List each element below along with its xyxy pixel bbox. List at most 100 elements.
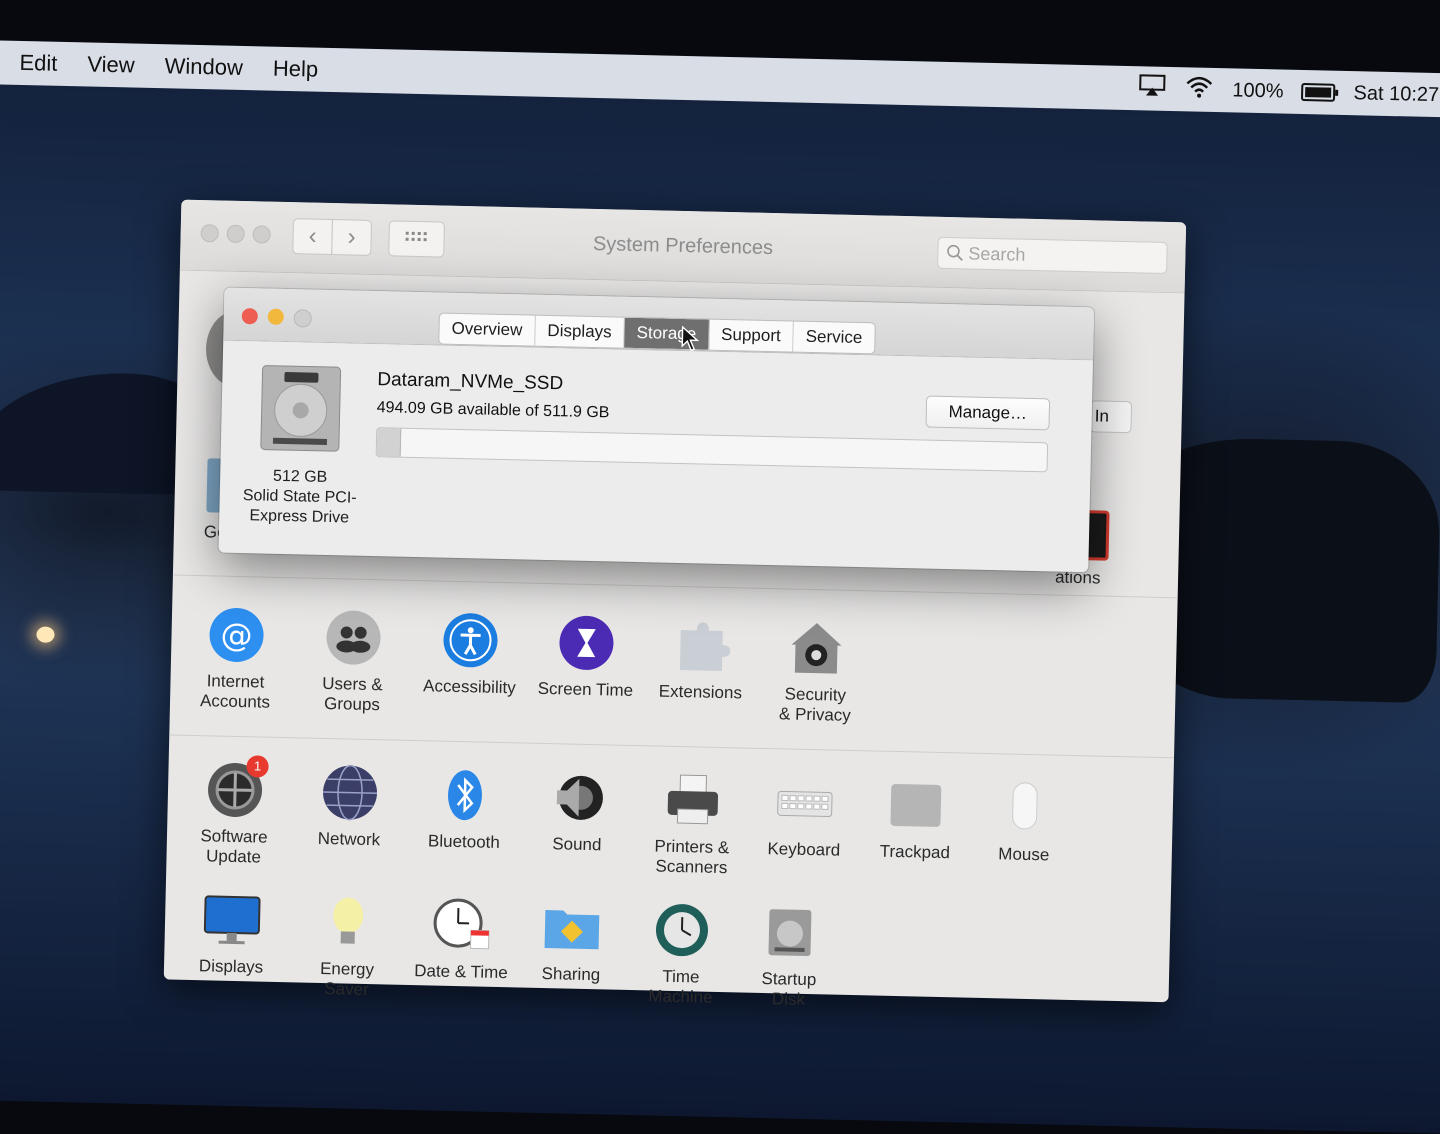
sound-icon (548, 768, 607, 827)
pref-label: Bluetooth (409, 831, 519, 853)
pref-label: Accessibility (414, 676, 524, 698)
pref-label: Date & Time (406, 961, 516, 983)
pref-label: Sound (522, 834, 632, 856)
pref-security-privacy[interactable]: Security & Privacy (760, 618, 872, 726)
hard-drive-icon (259, 363, 343, 453)
prefs-titlebar: ‹ › System Preferences Search (180, 200, 1186, 294)
pref-printers-scanners[interactable]: Printers & Scanners (636, 770, 748, 878)
disk-type: Solid State PCI- Express Drive (229, 486, 370, 529)
manage-button[interactable]: Manage… (925, 396, 1050, 431)
mouse-icon (995, 778, 1054, 837)
pref-bluetooth[interactable]: Bluetooth (409, 765, 521, 853)
pref-keyboard[interactable]: Keyboard (749, 773, 861, 861)
bluetooth-icon (435, 766, 494, 825)
pref-label: Network (294, 828, 404, 850)
pref-users-groups[interactable]: Users & Groups (297, 607, 409, 715)
battery-icon[interactable] (1301, 83, 1335, 102)
dialog-minimize-button[interactable] (268, 309, 284, 325)
pref-label: Displays (176, 956, 286, 978)
sign-in-button-partial[interactable]: In (1089, 400, 1132, 433)
accessibility-icon (441, 611, 500, 670)
pref-accessibility[interactable]: Accessibility (414, 610, 526, 698)
extensions-icon (672, 616, 731, 675)
pref-time-machine[interactable]: Time Machine (625, 900, 737, 1008)
printer-icon (663, 771, 722, 830)
disk-description: 512 GB Solid State PCI- Express Drive (229, 466, 370, 529)
pref-label: Startup Disk (733, 968, 844, 1010)
pref-label: Energy Saver (291, 958, 402, 1000)
displays-icon (202, 890, 261, 949)
clock[interactable]: Sat 10:27 (1353, 82, 1439, 107)
tab-overview[interactable]: Overview (439, 314, 536, 346)
dialog-tabs: Overview Displays Storage Support Servic… (438, 312, 876, 354)
wifi-icon[interactable] (1184, 74, 1215, 105)
time-machine-icon (652, 901, 711, 960)
wallpaper-light-glare (36, 626, 54, 642)
menu-help[interactable]: Help (258, 55, 334, 83)
pref-date-time[interactable]: Date & Time (406, 895, 518, 983)
storage-usage-bar (376, 427, 1049, 472)
menu-bar: Edit View Window Help 100% Sat 10:27 (0, 40, 1440, 118)
section-divider-1 (173, 575, 1178, 599)
date-time-icon (432, 896, 491, 955)
pref-internet-accounts[interactable]: @ Internet Accounts (180, 605, 292, 713)
users-groups-icon (324, 608, 383, 667)
disk-name: Dataram_NVMe_SSD (377, 369, 563, 395)
sharing-icon (542, 898, 601, 957)
menu-view[interactable]: View (72, 51, 150, 79)
search-icon (946, 244, 964, 262)
dialog-close-button[interactable] (242, 308, 258, 324)
menu-edit[interactable]: Edit (0, 49, 73, 77)
trackpad-icon (886, 776, 945, 835)
pref-label: Mouse (969, 844, 1079, 866)
battery-fill (1305, 87, 1331, 98)
search-input[interactable]: Search (937, 237, 1168, 274)
network-icon (320, 763, 379, 822)
tab-displays[interactable]: Displays (535, 316, 625, 348)
pref-label: Screen Time (530, 679, 640, 701)
pref-startup-disk[interactable]: Startup Disk (733, 902, 845, 1010)
pref-software-update[interactable]: 1 Software Update (178, 760, 290, 868)
pref-label: Security & Privacy (760, 684, 871, 726)
pref-screen-time[interactable]: Screen Time (530, 613, 642, 701)
pref-label: Keyboard (749, 839, 859, 861)
pref-sound[interactable]: Sound (522, 768, 634, 856)
mouse-cursor-icon (681, 326, 700, 352)
tab-support[interactable]: Support (709, 320, 794, 352)
menu-window[interactable]: Window (149, 53, 258, 81)
pref-displays[interactable]: Displays (176, 890, 288, 978)
pref-extensions[interactable]: Extensions (645, 615, 757, 703)
storage-usage-fill (377, 428, 402, 457)
pref-label: Sharing (516, 963, 626, 985)
section-divider-2 (169, 734, 1174, 758)
software-update-icon: 1 (205, 760, 264, 819)
energy-saver-icon (318, 893, 377, 952)
pref-label: Internet Accounts (180, 671, 291, 713)
prefs-row-4: Displays Energy Saver Date & Time Sharin… (166, 889, 1171, 912)
prefs-row-2: @ Internet Accounts Users & Groups Acces… (172, 605, 1177, 628)
pref-label: Printers & Scanners (636, 836, 747, 878)
pref-energy-saver[interactable]: Energy Saver (291, 892, 403, 1000)
security-icon (787, 618, 846, 677)
pref-label: Extensions (645, 681, 755, 703)
tab-service[interactable]: Service (793, 322, 874, 354)
status-area: 100% Sat 10:27 (1138, 73, 1440, 111)
battery-percent: 100% (1232, 79, 1284, 103)
about-this-mac-window: Overview Displays Storage Support Servic… (218, 288, 1094, 573)
screen-time-icon (557, 613, 616, 672)
pref-network[interactable]: Network (294, 762, 406, 850)
prefs-row-3: 1 Software Update Network Bluetooth Soun… (169, 759, 1174, 782)
dialog-zoom-button[interactable] (294, 309, 312, 327)
svg-text:@: @ (220, 616, 253, 655)
pref-trackpad[interactable]: Trackpad (860, 775, 972, 863)
update-badge: 1 (246, 755, 268, 777)
pref-label: Software Update (178, 826, 289, 868)
pref-sharing[interactable]: Sharing (516, 897, 628, 985)
keyboard-icon (775, 773, 834, 832)
pref-label: Time Machine (625, 966, 736, 1008)
pref-mouse[interactable]: Mouse (969, 778, 1081, 866)
airplay-icon[interactable] (1138, 73, 1167, 104)
desktop: Edit View Window Help 100% Sat 10:27 ‹ › (0, 40, 1440, 1134)
search-placeholder: Search (968, 243, 1026, 265)
startup-disk-icon (760, 903, 819, 962)
